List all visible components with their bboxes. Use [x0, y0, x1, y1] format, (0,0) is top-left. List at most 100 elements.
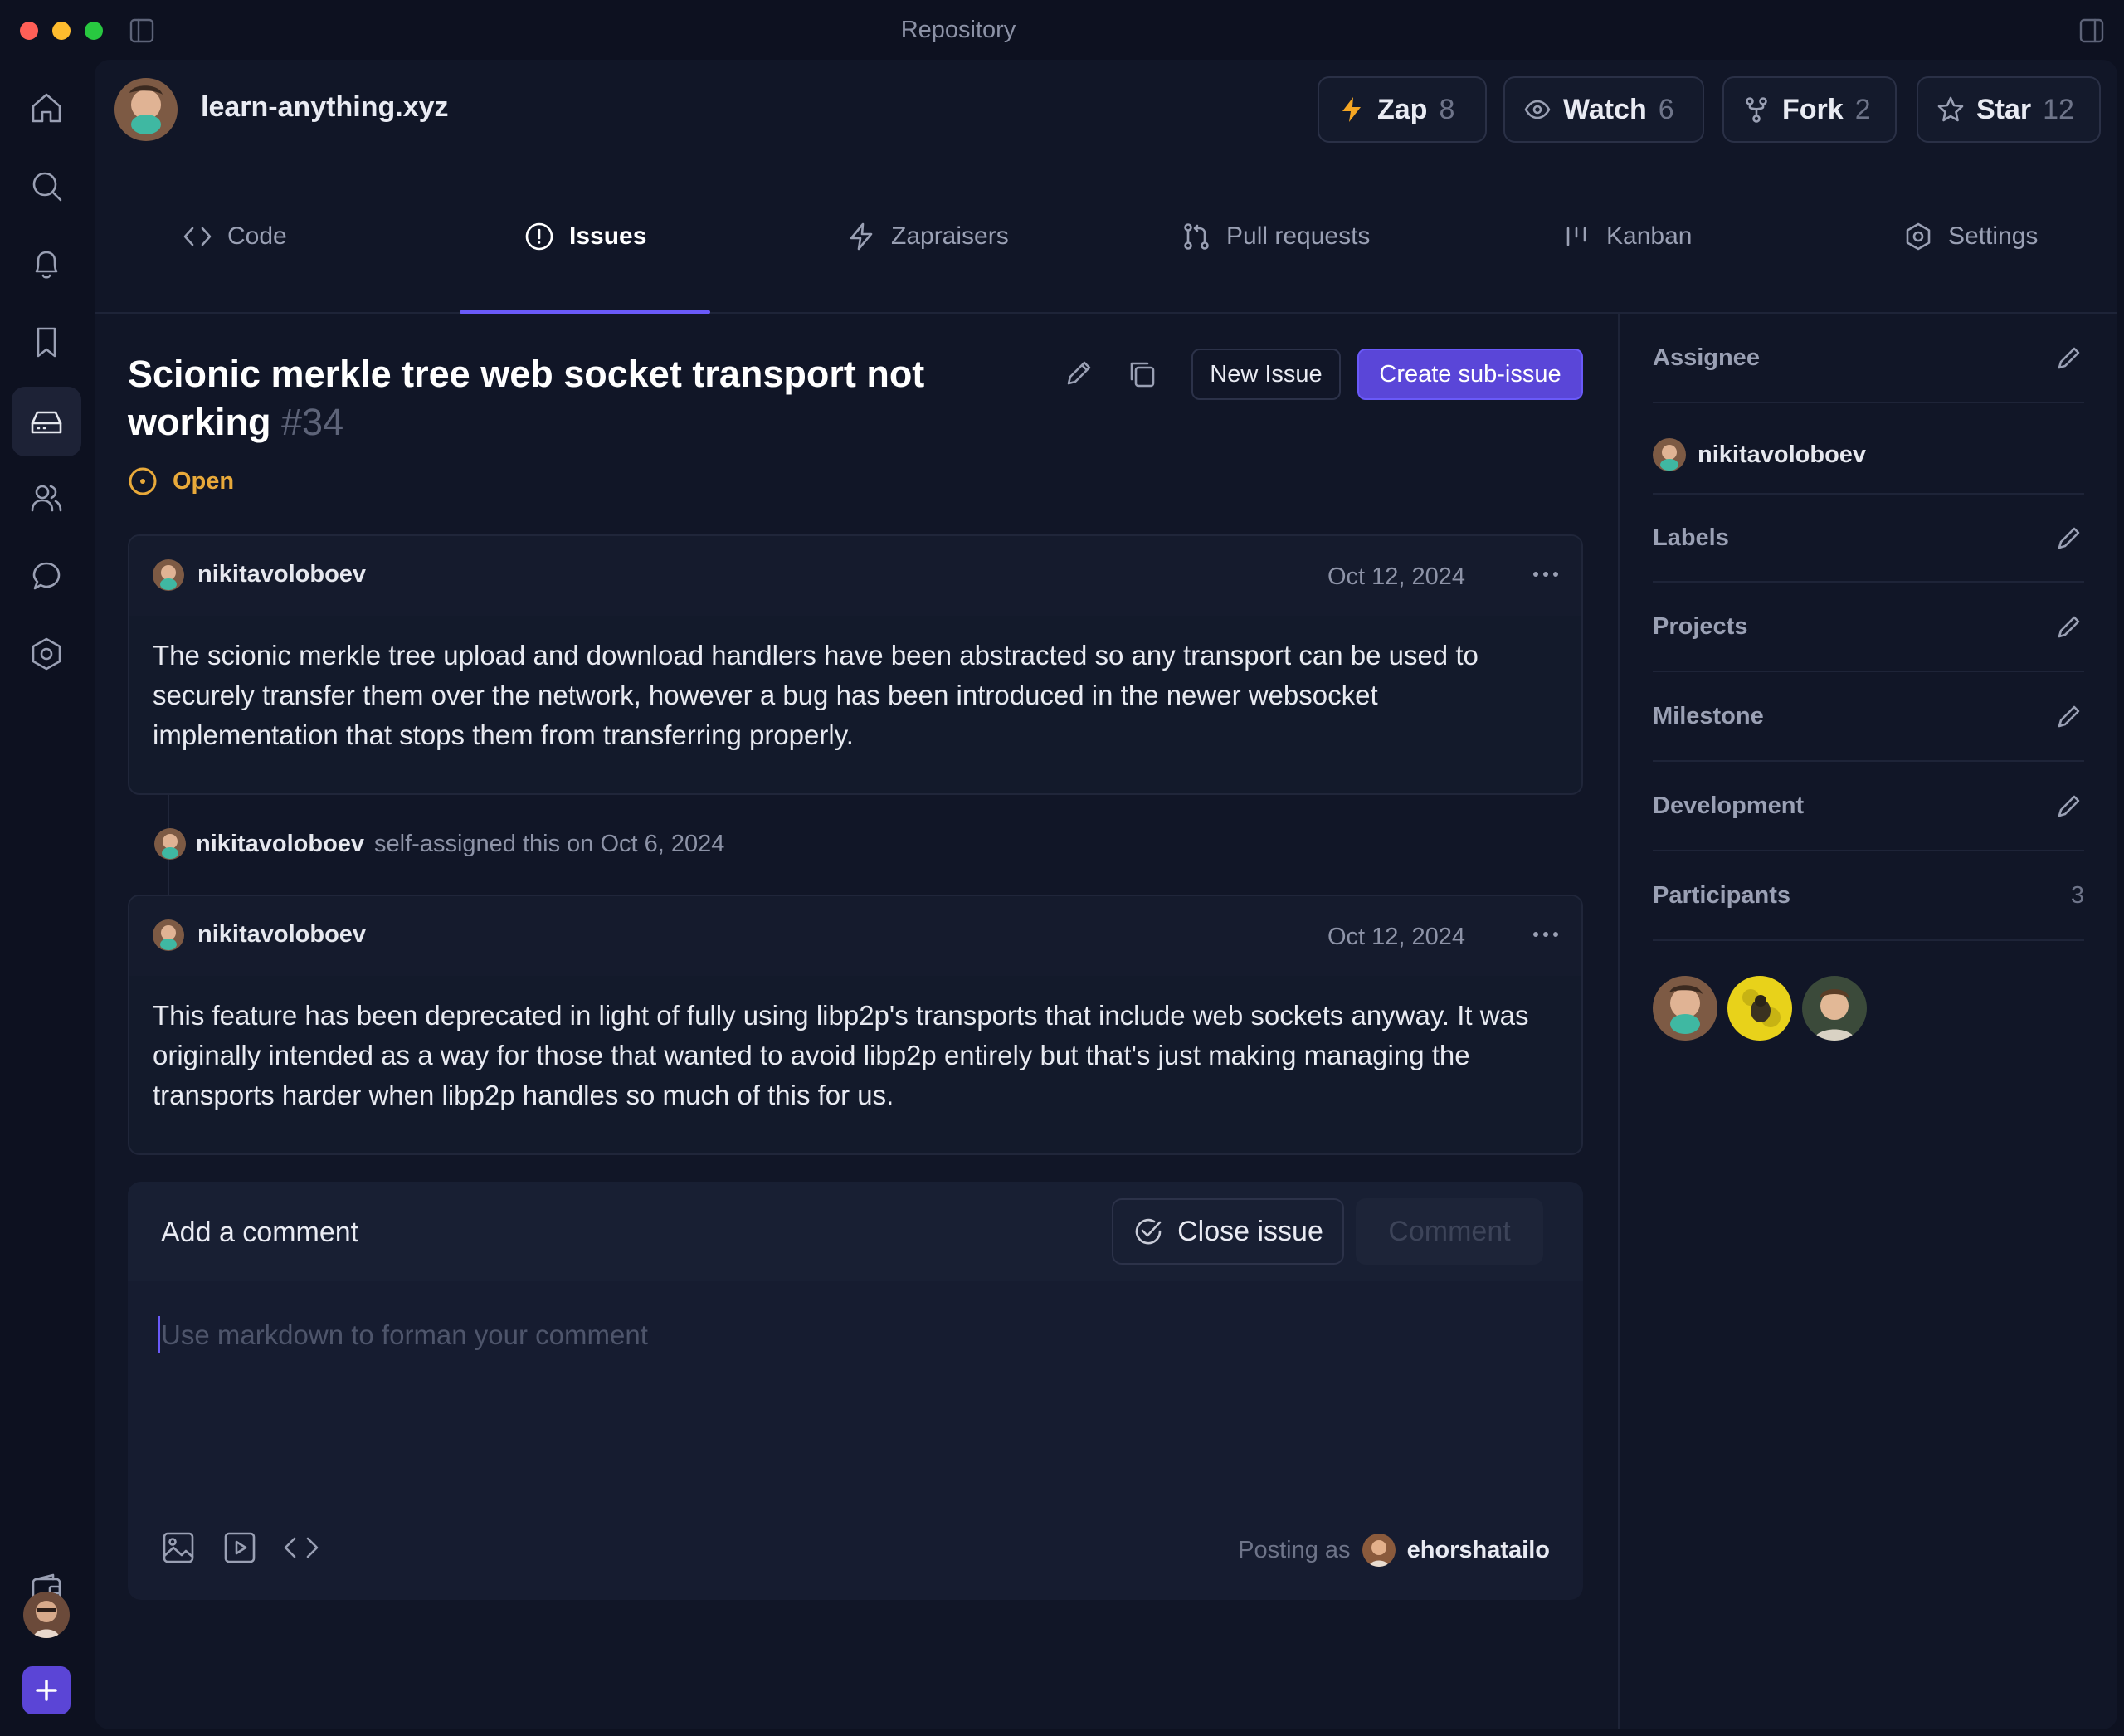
right-panel-toggle-icon[interactable] — [2079, 18, 2104, 43]
projects-label: Projects — [1653, 612, 1748, 640]
watch-button[interactable]: Watch 6 — [1503, 76, 1704, 143]
watch-label: Watch — [1563, 93, 1647, 125]
comment-author[interactable]: nikitavoloboev — [197, 921, 366, 948]
participant-avatar[interactable] — [1653, 976, 1717, 1041]
tab-zapraisers[interactable]: Zapraisers — [846, 159, 1009, 314]
bell-icon[interactable] — [12, 229, 81, 299]
close-issue-button[interactable]: Close issue — [1112, 1198, 1344, 1265]
assignee-name: nikitavoloboev — [1698, 441, 1867, 468]
repositories-icon[interactable] — [12, 387, 81, 456]
labels-label: Labels — [1653, 524, 1729, 551]
comment-card: nikitavoloboev Oct 12, 2024 This feature… — [128, 895, 1583, 1155]
comment-author[interactable]: nikitavoloboev — [197, 561, 366, 588]
tab-code-label: Code — [227, 222, 287, 250]
posting-as: Posting as ehorshatailo — [1238, 1534, 1550, 1567]
tab-kanban[interactable]: Kanban — [1561, 159, 1692, 314]
posting-as-label: Posting as — [1238, 1536, 1351, 1563]
avatar[interactable] — [1362, 1534, 1396, 1567]
settings-icon[interactable] — [12, 619, 81, 689]
tab-code[interactable]: Code — [183, 159, 287, 314]
tab-pull-requests[interactable]: Pull requests — [1181, 159, 1370, 314]
avatar[interactable] — [154, 828, 186, 860]
comment-submit-button[interactable]: Comment — [1356, 1198, 1543, 1265]
check-circle-icon — [1135, 1218, 1162, 1245]
comment-date: Oct 12, 2024 — [1328, 924, 1466, 950]
sidebar-labels: Labels — [1653, 493, 2084, 583]
bookmark-icon[interactable] — [12, 307, 81, 377]
fork-button[interactable]: Fork 2 — [1722, 76, 1897, 143]
timeline-event: nikitavoloboev self-assigned this on Oct… — [154, 828, 724, 860]
sidebar-development: Development — [1653, 762, 2084, 851]
avatar[interactable] — [153, 919, 184, 951]
star-icon — [1937, 96, 1964, 122]
assignee-label: Assignee — [1653, 344, 1760, 371]
code-icon — [183, 227, 212, 246]
plus-icon — [36, 1680, 57, 1701]
repo-name[interactable]: learn-anything.xyz — [201, 91, 449, 124]
tab-kanban-label: Kanban — [1606, 222, 1693, 250]
new-issue-button[interactable]: New Issue — [1191, 349, 1341, 400]
tab-settings[interactable]: Settings — [1903, 159, 2038, 314]
zap-icon — [1342, 97, 1361, 122]
comment-placeholder: Use markdown to forman your comment — [161, 1319, 648, 1350]
participant-avatar[interactable] — [1802, 976, 1867, 1041]
create-sub-issue-button[interactable]: Create sub-issue — [1357, 349, 1583, 400]
zap-label: Zap — [1377, 93, 1428, 125]
sidebar-participants: Participants 3 — [1653, 851, 2084, 941]
comment-date: Oct 12, 2024 — [1328, 563, 1466, 590]
text-caret — [158, 1316, 160, 1353]
edit-labels-icon[interactable] — [2054, 523, 2084, 553]
edit-milestone-icon[interactable] — [2054, 701, 2084, 731]
watch-count: 6 — [1658, 93, 1674, 125]
avatar[interactable] — [153, 559, 184, 591]
repo-owner-avatar[interactable] — [114, 78, 178, 141]
event-text: self-assigned this on Oct 6, 2024 — [374, 830, 725, 857]
search-icon[interactable] — [12, 151, 81, 221]
zap-button[interactable]: Zap 8 — [1318, 76, 1487, 143]
edit-development-icon[interactable] — [2054, 791, 2084, 821]
comment-body: The scionic merkle tree upload and downl… — [153, 640, 1479, 750]
assignee-user[interactable]: nikitavoloboev — [1653, 438, 1866, 471]
kanban-icon — [1566, 227, 1586, 246]
tab-settings-label: Settings — [1948, 222, 2039, 250]
tab-issues[interactable]: Issues — [524, 159, 646, 314]
sidebar-projects: Projects — [1653, 583, 2084, 672]
comment-body: This feature has been deprecated in ligh… — [153, 1000, 1529, 1110]
repo-tabs: Code Issues Zapraisers Pull requests Kan… — [95, 159, 2117, 314]
star-count: 12 — [2043, 93, 2074, 125]
code-icon[interactable] — [282, 1530, 320, 1565]
sidebar-assignee: Assignee — [1653, 314, 2084, 403]
issue-status: Open — [128, 466, 234, 496]
eye-icon — [1524, 100, 1551, 119]
video-icon[interactable] — [222, 1530, 257, 1565]
edit-title-icon[interactable] — [1062, 357, 1095, 390]
user-avatar[interactable] — [23, 1592, 70, 1638]
event-author[interactable]: nikitavoloboev — [196, 831, 364, 858]
star-button[interactable]: Star 12 — [1917, 76, 2101, 143]
create-new-button[interactable] — [22, 1666, 71, 1714]
left-navigation-rail — [0, 60, 95, 1736]
posting-as-user[interactable]: ehorshatailo — [1407, 1537, 1550, 1564]
settings-icon — [1906, 222, 1931, 251]
comment-header: nikitavoloboev Oct 12, 2024 — [129, 536, 1581, 616]
participants-count: 3 — [2070, 881, 2084, 909]
people-icon[interactable] — [12, 463, 81, 533]
home-icon[interactable] — [12, 73, 81, 143]
open-status-icon — [129, 467, 157, 495]
more-options-icon[interactable] — [1532, 564, 1560, 584]
tab-issues-label: Issues — [569, 222, 647, 250]
image-icon[interactable] — [161, 1530, 196, 1565]
chat-icon[interactable] — [12, 541, 81, 611]
participant-avatar[interactable] — [1727, 976, 1792, 1041]
tab-pull-requests-label: Pull requests — [1226, 222, 1371, 250]
more-options-icon[interactable] — [1532, 924, 1560, 944]
comment-header: nikitavoloboev Oct 12, 2024 — [129, 896, 1581, 976]
edit-assignee-icon[interactable] — [2054, 343, 2084, 373]
issue-content: Scionic merkle tree web socket transport… — [95, 314, 1618, 1729]
edit-projects-icon[interactable] — [2054, 612, 2084, 641]
copy-icon[interactable] — [1125, 357, 1158, 390]
composer-title: Add a comment — [161, 1217, 359, 1248]
fork-icon — [1746, 97, 1767, 123]
zap-outline-icon — [850, 222, 873, 251]
zap-count: 8 — [1439, 93, 1455, 125]
